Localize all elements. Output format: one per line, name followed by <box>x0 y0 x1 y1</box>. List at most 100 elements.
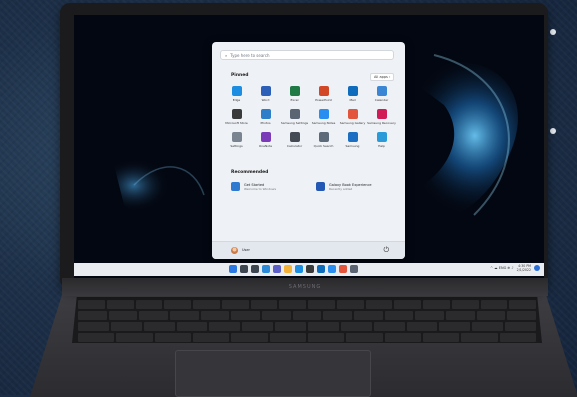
keyboard-key <box>323 311 353 320</box>
pinned-app[interactable]: Edge <box>222 86 251 102</box>
keyboard-key <box>461 333 498 342</box>
recommended-title: Recommended <box>231 170 269 175</box>
pinned-app-label: Settings <box>230 144 243 148</box>
keyboard-key <box>192 333 230 342</box>
recommended-sub: Recently added <box>329 186 353 191</box>
keyboard-key <box>308 322 339 331</box>
pinned-app-label: Microsoft Store <box>225 121 248 125</box>
keyboard-key <box>384 311 414 320</box>
keyboard-key <box>116 333 153 342</box>
pinned-app-label: Photos <box>260 121 271 125</box>
keyboard-key <box>78 322 109 331</box>
taskbar-task-view-icon[interactable] <box>251 265 259 273</box>
pinned-app[interactable]: Settings <box>222 132 251 148</box>
power-icon[interactable]: ⏻ <box>383 246 389 255</box>
keyboard-key <box>139 311 169 320</box>
photos-icon <box>260 109 271 119</box>
clock[interactable]: 4:30 PM 2/1/2022 <box>517 264 531 272</box>
pinned-app[interactable]: Calculator <box>280 132 309 148</box>
taskbar-chat-icon[interactable] <box>273 265 281 273</box>
settings-gear-icon <box>289 109 300 119</box>
pinned-app[interactable]: OneNote <box>251 132 280 148</box>
taskbar-mail-icon[interactable] <box>317 265 325 273</box>
keyboard-key <box>78 311 107 320</box>
pinned-app[interactable]: Help <box>367 132 396 148</box>
keyboard-key <box>231 311 261 320</box>
taskbar-edge-icon[interactable] <box>295 265 303 273</box>
edge-icon <box>231 86 242 96</box>
pinned-grid: Edge Word Excel PowerPoint Mail Calendar Micro… <box>222 86 396 148</box>
decorative-dot <box>550 128 556 134</box>
start-menu: ⌕ Type here to search Pinned All apps › E… <box>212 42 405 259</box>
system-tray: ^ ☁ ENG ⊕ ♪ 4:30 PM 2/1/2022 <box>490 264 540 272</box>
pinned-app[interactable]: Word <box>251 86 280 102</box>
keyboard-key <box>308 300 335 309</box>
keyboard-key <box>499 333 536 342</box>
taskbar-store-icon[interactable] <box>306 265 314 273</box>
keyboard-key <box>365 300 393 309</box>
pinned-app[interactable]: Microsoft Store <box>222 109 251 125</box>
pinned-app[interactable]: Samsung <box>338 132 367 148</box>
taskbar-search-icon[interactable] <box>240 265 248 273</box>
pinned-app[interactable]: Calendar <box>367 86 396 102</box>
taskbar-widgets-icon[interactable] <box>262 265 270 273</box>
pinned-app-label: Mail <box>349 98 356 102</box>
taskbar-samsung-notes-icon[interactable] <box>328 265 336 273</box>
taskbar: ^ ☁ ENG ⊕ ♪ 4:30 PM 2/1/2022 <box>74 263 544 276</box>
taskbar-icons <box>229 265 358 273</box>
keyboard-key <box>250 300 278 309</box>
gallery-icon <box>347 109 358 119</box>
store-icon <box>231 109 242 119</box>
pinned-app-label: Samsung Settings <box>280 121 309 125</box>
taskbar-gallery-icon[interactable] <box>339 265 347 273</box>
pinned-app[interactable]: Samsung Gallery <box>338 109 367 125</box>
pinned-app[interactable]: Mail <box>338 86 367 102</box>
keyboard-key <box>143 322 175 331</box>
pinned-app-label: Quick Search <box>313 144 334 148</box>
keyboard-key <box>106 300 134 309</box>
keyboard-key <box>422 333 460 342</box>
pinned-app-label: Edge <box>232 98 241 102</box>
touchpad <box>175 350 371 397</box>
gear-icon <box>231 132 242 142</box>
pinned-app[interactable]: Samsung Settings <box>280 109 309 125</box>
notification-icon[interactable] <box>534 265 540 271</box>
keyboard-key <box>170 311 199 320</box>
calendar-icon <box>376 86 387 96</box>
mail-icon <box>347 86 358 96</box>
keyboard-key <box>336 300 364 309</box>
keyboard-key <box>193 300 220 309</box>
taskbar-start-icon[interactable] <box>229 265 237 273</box>
user-name[interactable]: User <box>242 247 250 254</box>
pinned-app[interactable]: Excel <box>280 86 309 102</box>
clock-date: 2/1/2022 <box>516 268 531 272</box>
avatar[interactable] <box>231 247 238 254</box>
pinned-app[interactable]: PowerPoint <box>309 86 338 102</box>
tray-icons[interactable]: ^ ☁ ENG ⊕ ♪ <box>490 266 514 270</box>
get-started-icon <box>231 182 240 191</box>
recommended-item[interactable]: Galaxy Book Experience Recently added <box>316 182 372 191</box>
taskbar-samsung-settings-icon[interactable] <box>350 265 358 273</box>
taskbar-file-explorer-icon[interactable] <box>284 265 292 273</box>
onenote-icon <box>260 132 271 142</box>
pinned-app-label: Samsung Recovery <box>367 121 396 125</box>
pinned-app[interactable]: Samsung Notes <box>309 109 338 125</box>
keyboard-key <box>176 322 208 331</box>
keyboard-key <box>509 300 536 309</box>
pinned-title: Pinned <box>231 73 249 78</box>
keyboard-key <box>472 322 504 331</box>
pinned-app[interactable]: Quick Search <box>309 132 338 148</box>
search-input[interactable]: ⌕ Type here to search <box>220 50 394 60</box>
pinned-app-label: Samsung <box>345 144 360 148</box>
keyboard-key <box>231 333 268 342</box>
keyboard-key <box>108 311 138 320</box>
recommended-item[interactable]: Get Started Welcome to Windows <box>231 182 276 191</box>
quick-search-icon <box>318 132 329 142</box>
all-apps-button[interactable]: All apps › <box>370 73 395 81</box>
pinned-app[interactable]: Samsung Recovery <box>367 109 396 125</box>
recommended-sub: Welcome to Windows <box>244 186 277 191</box>
pinned-app-label: Excel <box>290 98 299 102</box>
pinned-app[interactable]: Photos <box>251 109 280 125</box>
search-icon: ⌕ <box>225 53 228 58</box>
galaxy-book-icon <box>316 182 325 191</box>
